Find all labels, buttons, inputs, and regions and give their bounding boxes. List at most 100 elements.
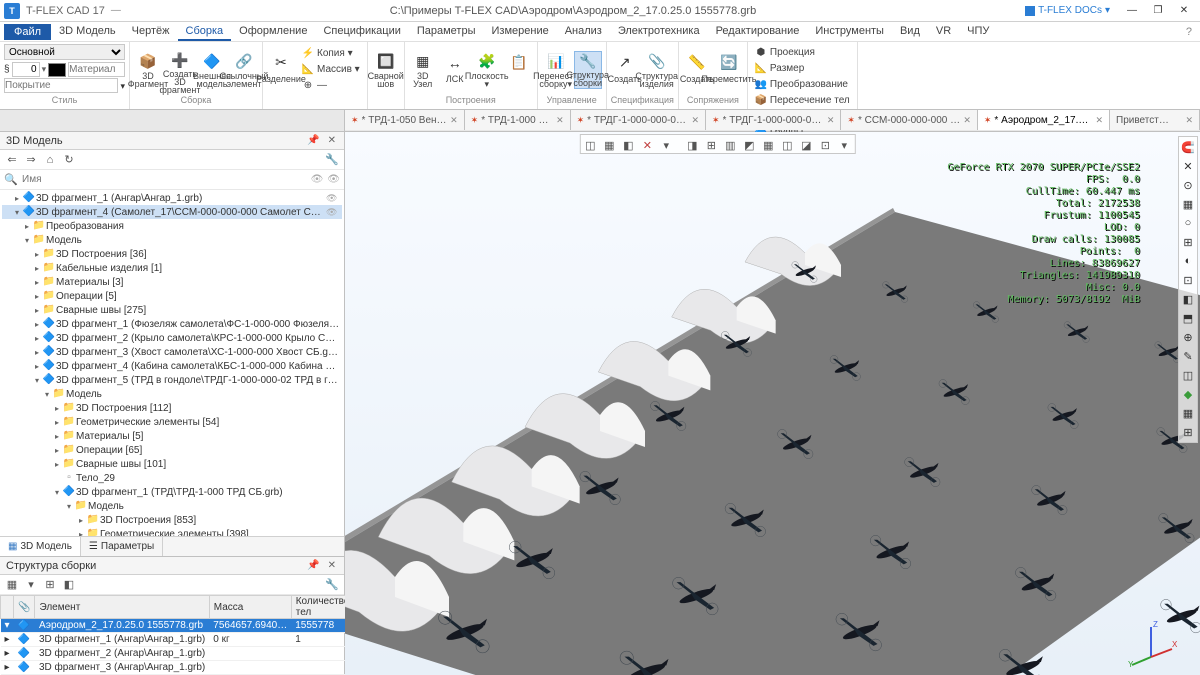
tflex-docs-button[interactable]: T-FLEX DOCs▾ [1025,5,1110,16]
close-button[interactable]: ✕ [1172,2,1196,20]
model-tree[interactable]: ▸🔷3D фрагмент_1 (Ангар\Ангар_1.grb)👁▾🔷3D… [0,190,344,536]
table-row[interactable]: ▸🔷3D фрагмент_1 (Ангар\Ангар_1.grb)0 кг1 [1,633,354,647]
coating-input[interactable] [4,78,118,93]
file-tab[interactable]: ✶* ТРДГ-1-000-000-01 ТРД в гон…✕ [571,110,706,130]
menu-tab-8[interactable]: Электротехника [610,23,708,41]
style-number-input[interactable] [12,62,40,77]
table-row[interactable]: ▾🔷Аэродром_2_17.0.25.0 1555778.grb756465… [1,619,354,633]
panel-close-icon[interactable]: ✕ [326,560,338,571]
eye-off-icon[interactable]: 👁 [327,174,340,185]
menu-tab-13[interactable]: ЧПУ [959,23,997,41]
ribbon-button[interactable]: 🔄Переместить [715,51,743,89]
tree-item[interactable]: ▾📁Модель [2,233,342,247]
material-input[interactable] [68,62,125,77]
wrench-icon[interactable]: 🔧 [324,152,340,168]
file-menu[interactable]: Файл [4,24,51,40]
tab-3d-model[interactable]: ▦3D Модель [0,537,81,556]
minimize-button[interactable]: — [1120,2,1144,20]
tree-item[interactable]: ▾🔷3D фрагмент_5 (ТРД в гондоле\ТРДГ-1-00… [2,373,342,387]
ribbon-small-button[interactable]: 👥Преобразование [752,76,853,92]
refresh-icon[interactable]: ↻ [61,152,77,168]
pin-icon[interactable]: 📌 [305,560,321,571]
tree-item[interactable]: ▾🔷3D фрагмент_4 (Самолет_17\ССМ-000-000-… [2,205,342,219]
menu-tab-11[interactable]: Вид [892,23,928,41]
ribbon-small-button[interactable]: ⬢Проекция [752,44,853,60]
table-row[interactable]: ▸🔷3D фрагмент_2 (Ангар\Ангар_1.grb) [1,647,354,661]
menu-tab-4[interactable]: Спецификации [315,23,408,41]
menu-tab-3[interactable]: Оформление [231,23,315,41]
tree-item[interactable]: ▸📁Преобразования [2,219,342,233]
ribbon-button[interactable]: ➕Создать 3Dфрагмент [166,51,194,89]
ribbon-button[interactable]: 🧩Плоскость▾ [473,51,501,89]
tree-item[interactable]: ▾📁Модель [2,387,342,401]
tree-item[interactable]: ▸🔷3D фрагмент_1 (Ангар\Ангар_1.grb)👁 [2,191,342,205]
menu-tab-2[interactable]: Сборка [178,23,232,41]
tree-item[interactable]: ▸📁Материалы [5] [2,429,342,443]
tree-item[interactable]: ▸🔷3D фрагмент_3 (Хвост самолета\ХС-1-000… [2,345,342,359]
file-tab[interactable]: ✶* ТРДГ-1-000-000-01 ТРД в гон…✕ [706,110,841,130]
ribbon-small-button[interactable]: 📐Массив ▾ [299,62,363,78]
structure-grid[interactable]: 📎 Элемент Масса Количество тел ▾🔷Аэродро… [0,595,344,675]
ribbon-button[interactable]: 📦3DФрагмент [134,51,162,89]
ribbon-small-button[interactable]: ⊕— [299,78,363,94]
tree-item[interactable]: ▸📁3D Построения [853] [2,513,342,527]
ribbon-button[interactable]: ✂Разделение [267,51,295,89]
restore-button[interactable]: ❐ [1146,2,1170,20]
file-tab[interactable]: ✶* ТРД-1-000 ТРД СБ.grb✕ [465,110,571,130]
tree-item[interactable]: ▸📁Операции [65] [2,443,342,457]
tree-item[interactable]: ▸📁Геометрические элементы [398] [2,527,342,536]
file-tab[interactable]: ✶* ССМ-000-000-000 Самолет С…✕ [841,110,977,130]
ribbon-small-button[interactable]: ⚡Копия ▾ [299,46,363,62]
axis-gizmo[interactable]: Z Y X [1126,617,1176,667]
eye-icon[interactable]: 👁 [311,174,324,185]
fwd-icon[interactable]: ⇒ [23,152,39,168]
tree-item[interactable]: ▸🔷3D фрагмент_4 (Кабина самолета\КБС-1-0… [2,359,342,373]
panel-close-icon[interactable]: ✕ [326,135,338,146]
color-swatch[interactable] [48,63,66,77]
ribbon-small-button[interactable]: 📐Размер [752,60,853,76]
magnet-icon[interactable]: 🧲 [1180,138,1196,156]
tree-item[interactable]: ▫Тело_29 [2,471,342,485]
pin-icon[interactable]: 📌 [305,135,321,146]
menu-tab-0[interactable]: 3D Модель [51,23,124,41]
tree-item[interactable]: ▸🔷3D фрагмент_1 (Фюзеляж самолета\ФС-1-0… [2,317,342,331]
tree-item[interactable]: ▸📁3D Построения [112] [2,401,342,415]
back-icon[interactable]: ⇐ [4,152,20,168]
menu-tab-1[interactable]: Чертёж [124,23,178,41]
wrench-icon[interactable]: 🔧 [324,577,340,593]
table-row[interactable]: ▸🔷3D фрагмент_3 (Ангар\Ангар_1.grb) [1,661,354,675]
ribbon-button[interactable]: 🔲Сварнойшов [372,51,400,89]
ribbon-small-button[interactable]: 📦Пересечение тел [752,92,853,108]
file-tab[interactable]: ✶* Аэродром_2_17.0.25.0 1555…✕ [978,110,1110,130]
tab-parameters[interactable]: ☰Параметры [81,537,163,556]
ribbon-button[interactable]: 📋 [505,51,533,89]
tree-item[interactable]: ▸📁Кабельные изделия [1] [2,261,342,275]
menu-tab-9[interactable]: Редактирование [708,23,808,41]
tree-item[interactable]: ▾🔷3D фрагмент_1 (ТРД\ТРД-1-000 ТРД СБ.gr… [2,485,342,499]
file-tab[interactable]: Приветст…✕ [1110,110,1200,130]
tree-item[interactable]: ▸📁Материалы [3] [2,275,342,289]
3d-viewport[interactable]: ◫ ▦ ◧ ✕ ▾ ◨ ⊞ ▥ ◩ ▦ ◫ ◪ ⊡ ▾ 🧲 ✕ ⊙ ▦ ○ ⊞ … [345,132,1200,675]
tree-item[interactable]: ▸📁Сварные швы [275] [2,303,342,317]
tree-item[interactable]: ▾📁Модель [2,499,342,513]
tree-item[interactable]: ▸📁3D Построения [36] [2,247,342,261]
help-icon[interactable]: ? [1182,26,1196,38]
menu-tab-7[interactable]: Анализ [557,23,610,41]
view-icon[interactable]: ◫ [581,136,599,154]
layer-select[interactable]: Основной [4,44,125,60]
menu-tab-5[interactable]: Параметры [409,23,484,41]
ribbon-button[interactable]: 🔗Ссылочныйэлемент [230,51,258,89]
ribbon-button[interactable]: 📎Структураизделия [643,51,671,89]
tree-item[interactable]: ▸🔷3D фрагмент_2 (Крыло самолета\КРС-1-00… [2,331,342,345]
file-tab[interactable]: ✶* ТРД-1-050 Вентилятор.grb✕ [345,110,465,130]
menu-tab-10[interactable]: Инструменты [807,23,892,41]
menu-tab-12[interactable]: VR [928,23,959,41]
tree-search-input[interactable] [22,174,307,185]
home-icon[interactable]: ⌂ [42,152,58,168]
ribbon-button[interactable]: 🔧Структурасборки [574,51,602,89]
tree-item[interactable]: ▸📁Сварные швы [101] [2,457,342,471]
tree-item[interactable]: ▸📁Геометрические элементы [54] [2,415,342,429]
menu-tab-6[interactable]: Измерение [484,23,557,41]
tree-item[interactable]: ▸📁Операции [5] [2,289,342,303]
ribbon-button[interactable]: ▦3DУзел [409,51,437,89]
